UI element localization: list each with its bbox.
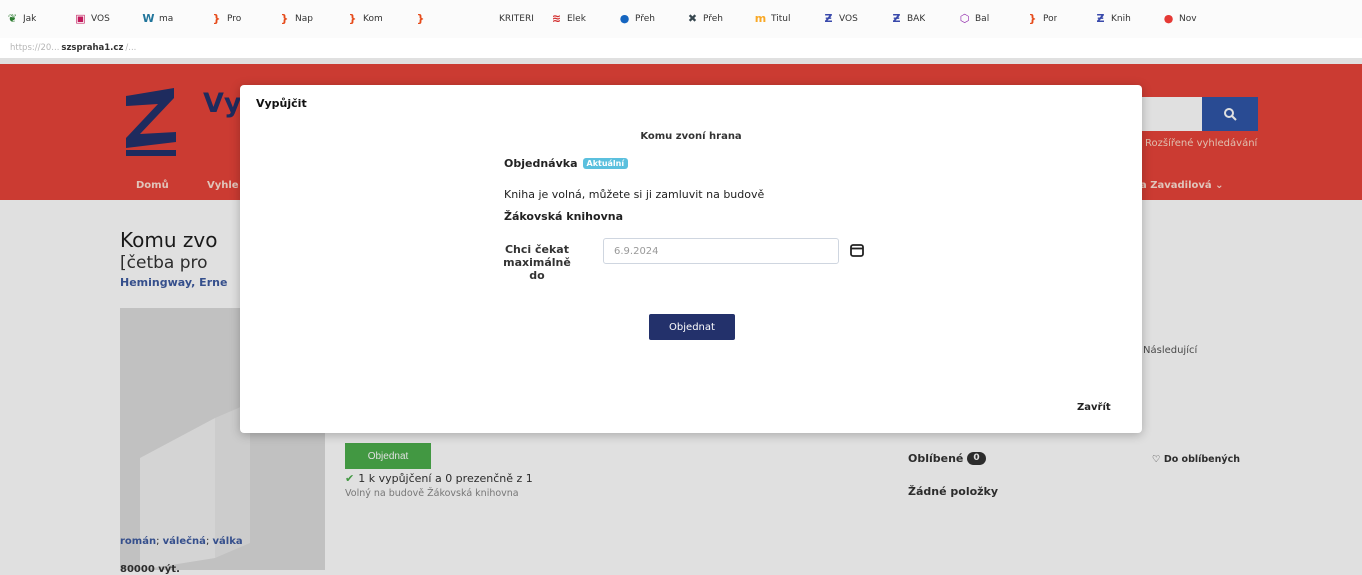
bookmark-item[interactable]: Ƶ VOŠ xyxy=(822,13,890,25)
order-section-title: Objednávka Aktuální xyxy=(504,157,629,170)
bookmark-item[interactable]: } Por xyxy=(1026,13,1094,25)
url-domain: szspraha1.cz xyxy=(61,43,124,53)
bracket-icon: } xyxy=(280,13,289,25)
bookmark-item[interactable]: ✖ Přeh xyxy=(686,13,754,25)
bookmark-item[interactable]: Ƶ Knih xyxy=(1094,13,1162,25)
availability-message: Kniha je volná, můžete si ji zamluvit na… xyxy=(504,188,765,201)
hexagon-icon: ⬡ xyxy=(959,13,970,25)
bookmark-label: VOŠ xyxy=(839,14,858,24)
bookmark-item[interactable]: ● Nov xyxy=(1162,13,1230,25)
bookmark-label: Kom xyxy=(363,14,383,24)
th-icon: m xyxy=(754,13,767,25)
bookmark-item[interactable]: KRITERI xyxy=(482,13,550,25)
bracket-icon: } xyxy=(348,13,357,25)
z-logo-icon: Ƶ xyxy=(824,13,833,25)
bookmark-item[interactable]: m Titul xyxy=(754,13,822,25)
bookmark-label: Přeh xyxy=(635,14,656,24)
wordpress-icon: W xyxy=(142,13,155,25)
bookmark-item[interactable]: ≋ Elek xyxy=(550,13,618,25)
bookmark-label: Přeh xyxy=(703,14,724,24)
bookmark-item[interactable]: ❦ Jak xyxy=(6,13,74,25)
circle-icon: ● xyxy=(1163,13,1174,25)
calendar-icon[interactable] xyxy=(850,243,864,257)
bookmark-item[interactable]: } Kom xyxy=(346,13,414,25)
bookmark-item[interactable]: Ƶ BAK xyxy=(890,13,958,25)
submit-order-button[interactable]: Objednat xyxy=(649,314,735,340)
bookmark-label: Pro xyxy=(227,14,242,24)
grid-icon: ✖ xyxy=(687,13,698,25)
bracket-icon: } xyxy=(212,13,221,25)
globe-icon: ● xyxy=(619,13,630,25)
bookmark-label: BAK xyxy=(907,14,926,24)
status-badge: Aktuální xyxy=(582,158,629,169)
close-button[interactable]: Zavřít xyxy=(1077,402,1111,413)
bookmark-label: ma xyxy=(159,14,174,24)
bookmark-label: Por xyxy=(1043,14,1058,24)
wait-until-date-input[interactable] xyxy=(603,238,839,264)
modal-title: Vypůjčit xyxy=(256,97,307,110)
bookmark-label: Elek xyxy=(567,14,586,24)
bookmark-item[interactable]: ⬡ Bal xyxy=(958,13,1026,25)
square-logo-icon: ▣ xyxy=(75,13,86,25)
flag-icon: ≋ xyxy=(551,13,562,25)
library-name: Žákovská knihovna xyxy=(504,210,623,223)
bookmark-item[interactable]: ● Přeh xyxy=(618,13,686,25)
url-bar[interactable]: https://20... szspraha1.cz /... xyxy=(0,38,1362,58)
bookmark-item[interactable]: } Nap xyxy=(278,13,346,25)
order-label: Objednávka xyxy=(504,157,578,170)
leaf-icon: ❦ xyxy=(7,13,18,25)
bookmark-icon xyxy=(482,13,495,25)
browser-window: ❦ Jak ▣ VOŠ Wma} Pro} Nap} Kom} KRITERI ≋ Elek ● Pře… xyxy=(0,0,1362,575)
url-rest: /... xyxy=(125,43,137,53)
bookmark-item[interactable]: } Pro xyxy=(210,13,278,25)
z-logo-icon: Ƶ xyxy=(1096,13,1105,25)
borrow-modal: Vypůjčit Komu zvoní hrana Objednávka Akt… xyxy=(240,85,1142,433)
bookmark-label: KRITERI xyxy=(499,14,534,24)
wait-until-label: Chci čekat maximálně do xyxy=(503,243,571,282)
bookmark-label: Bal xyxy=(975,14,990,24)
bookmark-item[interactable]: Wma xyxy=(142,13,210,25)
bookmark-label: VOŠ xyxy=(91,14,110,24)
bookmark-label: Nap xyxy=(295,14,313,24)
bookmark-label: Nov xyxy=(1179,14,1197,24)
bookmark-label: Jak xyxy=(23,14,37,24)
bookmark-label: Titul xyxy=(771,14,791,24)
bookmark-item[interactable]: } xyxy=(414,13,482,25)
bookmarks-bar: ❦ Jak ▣ VOŠ Wma} Pro} Nap} Kom} KRITERI ≋ Elek ● Pře… xyxy=(0,0,1362,38)
bracket-icon: } xyxy=(416,13,425,25)
bookmark-label: Knih xyxy=(1111,14,1131,24)
bracket-icon: } xyxy=(1028,13,1037,25)
modal-book-heading: Komu zvoní hrana xyxy=(640,131,742,142)
bookmark-item[interactable]: ▣ VOŠ xyxy=(74,13,142,25)
url-prefix: https://20... xyxy=(10,43,60,53)
z-logo-icon: Ƶ xyxy=(892,13,901,25)
